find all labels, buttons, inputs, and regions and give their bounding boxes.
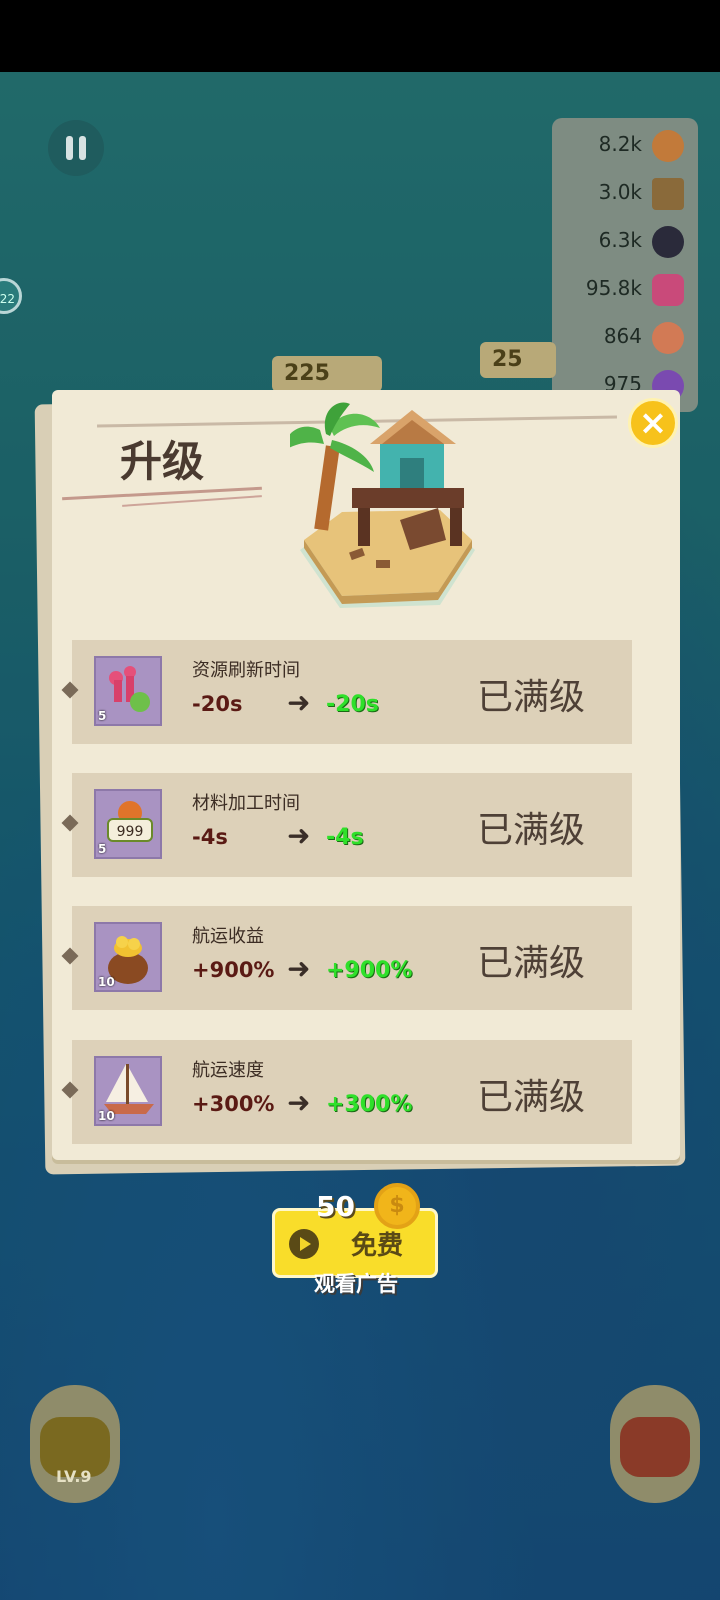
item-level: 5: [98, 842, 107, 856]
map-resource-tag[interactable]: 25: [480, 342, 556, 378]
upgrade-label: 资源刷新时间: [192, 660, 300, 681]
max-level-status: 已满级: [477, 1077, 586, 1118]
level-label: LV.9: [56, 1467, 92, 1486]
resource-row: 6.3k: [552, 222, 698, 262]
material-count: 999: [117, 824, 144, 840]
wood-crate-icon: [652, 178, 684, 210]
close-icon: ×: [638, 403, 668, 443]
current-value: +900%: [192, 958, 275, 982]
backpack-button[interactable]: [610, 1385, 700, 1503]
pause-icon: [66, 136, 73, 160]
resource-row: 95.8k: [552, 270, 698, 310]
item-level: 10: [98, 1109, 115, 1123]
resource-value: 864: [603, 324, 642, 348]
free-label: 免费: [351, 1231, 404, 1261]
upgrade-row: 10 航运速度 +300% ➜ +300% 已满级: [61, 1040, 632, 1144]
max-level-status: 已满级: [477, 943, 586, 984]
backpack-icon: [620, 1417, 690, 1477]
bomb-icon: [652, 226, 684, 258]
material-999-icon: 999 5: [94, 789, 162, 859]
current-value: -20s: [192, 692, 243, 716]
next-value: +900%: [326, 958, 413, 983]
next-value: -4s: [326, 825, 364, 850]
upgrade-row: 5 资源刷新时间 -20s ➜ -20s 已满级: [61, 640, 632, 744]
resource-value: 8.2k: [598, 132, 642, 156]
resource-row: 864: [552, 318, 698, 358]
item-level: 10: [98, 975, 115, 989]
current-value: -4s: [192, 825, 228, 849]
next-value: +300%: [326, 1092, 413, 1117]
pause-button[interactable]: [48, 120, 104, 176]
island-building-image: [290, 402, 475, 608]
gold-sack-icon: 10: [94, 922, 162, 992]
arrow-right-icon: ➜: [287, 1086, 311, 1119]
upgrade-label: 航运收益: [192, 926, 264, 947]
fish-steak-icon: [652, 322, 684, 354]
resource-row: 3.0k: [552, 174, 698, 214]
watch-ad-label: 观看广告: [314, 1272, 398, 1296]
resource-panel: 8.2k 3.0k 6.3k 95.8k 864 975: [552, 118, 698, 412]
upgrade-label: 航运速度: [192, 1060, 264, 1081]
reward-amount: 50: [316, 1190, 355, 1223]
map-resource-tag[interactable]: 225: [272, 356, 382, 392]
upgrade-row: 999 5 材料加工时间 -4s ➜ -4s 已满级: [61, 773, 632, 877]
panel-title: 升级: [120, 437, 205, 486]
play-icon: [289, 1229, 319, 1259]
max-level-status: 已满级: [477, 810, 586, 851]
max-level-status: 已满级: [477, 677, 586, 718]
cannon-upgrade-button[interactable]: LV.9: [30, 1385, 120, 1503]
resource-value: 95.8k: [585, 276, 642, 300]
resource-value: 3.0k: [598, 180, 642, 204]
next-value: -20s: [326, 692, 379, 717]
arrow-right-icon: ➜: [287, 819, 311, 852]
resource-value: 6.3k: [598, 228, 642, 252]
upgrade-row: 10 航运收益 +900% ➜ +900% 已满级: [61, 906, 632, 1010]
coin-icon: $: [374, 1183, 420, 1229]
coral-icon: [652, 274, 684, 306]
coral-refresh-icon: 5: [94, 656, 162, 726]
current-value: +300%: [192, 1092, 275, 1116]
coconut-icon: [652, 130, 684, 162]
upgrade-label: 材料加工时间: [192, 793, 300, 814]
resource-row: 8.2k: [552, 126, 698, 166]
status-bar: [0, 0, 720, 72]
arrow-right-icon: ➜: [287, 952, 311, 985]
sailboat-icon: 10: [94, 1056, 162, 1126]
close-button[interactable]: ×: [628, 398, 678, 448]
item-level: 5: [98, 709, 107, 723]
arrow-right-icon: ➜: [287, 686, 311, 719]
